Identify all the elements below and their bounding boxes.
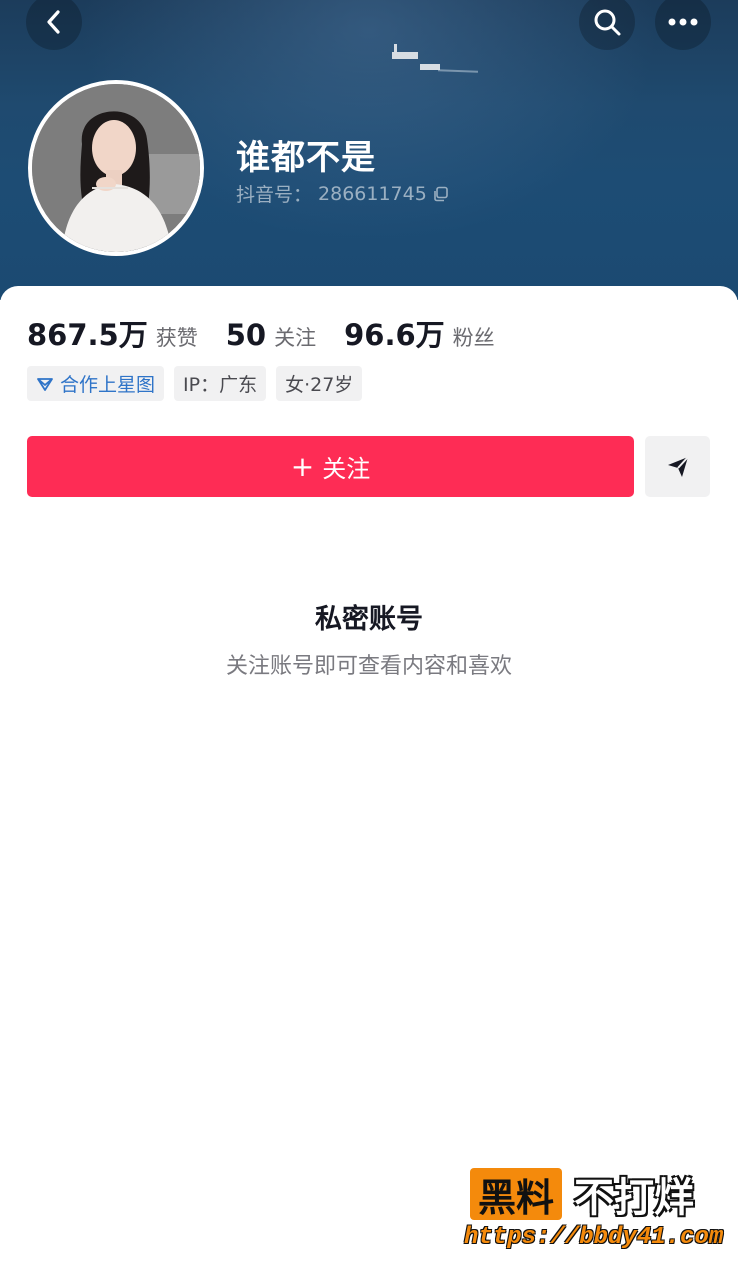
avatar[interactable] — [28, 80, 204, 256]
send-icon — [667, 455, 689, 477]
tag-label: 合作上星图 — [60, 374, 156, 396]
douyin-id-value: 286611745 — [318, 182, 427, 205]
wake-decoration — [437, 69, 479, 73]
chevron-left-icon — [47, 10, 60, 34]
watermark: 黑料 不打烊 https://bbdy41.com — [464, 1168, 723, 1258]
boat-decoration — [420, 64, 440, 70]
stat-value: 867.5万 — [27, 318, 148, 352]
avatar-portrait-image — [32, 84, 200, 252]
tag-xingtu[interactable]: 合作上星图 — [27, 366, 165, 401]
stat-likes[interactable]: 867.5万 获赞 — [27, 312, 198, 354]
watermark-brand-box: 黑料 — [470, 1168, 563, 1220]
message-button[interactable] — [645, 436, 710, 497]
tag-gender-age: 女·27岁 — [276, 366, 363, 401]
more-icon — [668, 18, 698, 26]
follow-button[interactable]: + 关注 — [27, 436, 634, 497]
douyin-id-label: 抖音号： — [236, 184, 313, 206]
boat-decoration — [394, 44, 397, 53]
stat-followers[interactable]: 96.6万 粉丝 — [344, 312, 495, 354]
plus-icon: + — [290, 450, 315, 483]
profile-name: 谁都不是 — [236, 138, 376, 178]
stat-label: 关注 — [274, 326, 317, 350]
private-account-title: 私密账号 — [315, 604, 423, 635]
tag-label: IP：广东 — [183, 374, 258, 396]
douyin-id[interactable]: 抖音号： 286611745 — [236, 180, 449, 207]
private-account-subtitle: 关注账号即可查看内容和喜欢 — [225, 654, 512, 679]
search-icon — [594, 9, 621, 36]
profile-stats: 867.5万 获赞 50 关注 96.6万 粉丝 — [27, 312, 523, 354]
watermark-brand-text: 不打烊 — [574, 1175, 694, 1221]
boat-decoration — [392, 52, 418, 59]
watermark-url: https://bbdy41.com — [464, 1224, 724, 1251]
stat-label: 粉丝 — [452, 326, 495, 350]
profile-tags: 合作上星图 IP：广东 女·27岁 — [27, 366, 363, 401]
stat-following[interactable]: 50 关注 — [226, 318, 316, 352]
tag-label: 女·27岁 — [285, 374, 354, 396]
stat-label: 获赞 — [155, 326, 198, 350]
follow-label: 关注 — [322, 455, 371, 483]
stat-value: 50 — [225, 318, 267, 352]
copy-icon[interactable] — [433, 186, 449, 202]
tag-ip: IP：广东 — [174, 366, 267, 401]
stat-value: 96.6万 — [344, 318, 445, 352]
xingtu-icon — [37, 377, 53, 391]
